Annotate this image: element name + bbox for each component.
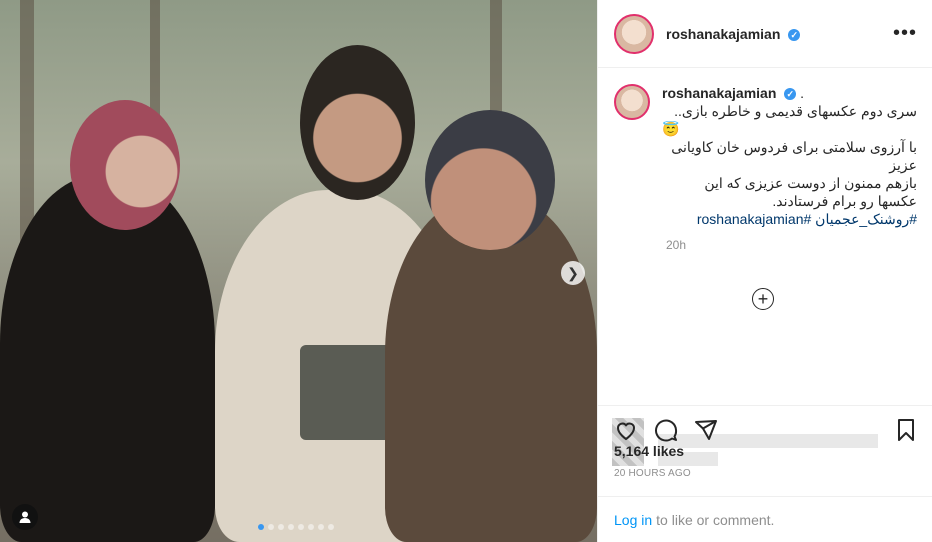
carousel-dot: [278, 524, 284, 530]
caption-line: با آرزوی سلامتی برای فردوس خان کاویانی ع…: [671, 139, 917, 173]
caption-emoji: 😇: [662, 121, 680, 137]
user-tag-button[interactable]: [12, 504, 38, 530]
verified-badge-icon: ✓: [788, 28, 801, 41]
load-more-comments-button[interactable]: +: [752, 288, 774, 310]
login-link[interactable]: Log in: [614, 512, 652, 528]
username-link[interactable]: roshanakajamian ✓: [666, 25, 801, 42]
caption-timestamp: 20h: [666, 238, 687, 252]
caption-avatar[interactable]: [614, 84, 650, 120]
post-media[interactable]: ❯: [0, 0, 597, 542]
caption-username[interactable]: roshanakajamian ✓: [662, 85, 800, 101]
login-prompt: Log in to like or comment.: [598, 496, 932, 542]
caption-line: بازهم ممنون از دوست عزیزی که این عکسها ر…: [704, 175, 917, 209]
share-icon[interactable]: [694, 418, 718, 442]
caption-text: roshanakajamian ✓ . سری دوم عکسهای قدیمی…: [662, 84, 917, 228]
caption-dot: .: [800, 85, 805, 101]
post-side-panel: roshanakajamian ✓ ••• roshanakajamian ✓ …: [597, 0, 932, 542]
carousel-dot: [308, 524, 314, 530]
carousel-dot: [258, 524, 264, 530]
post-timestamp[interactable]: 20 HOURS AGO: [614, 468, 691, 479]
more-options-icon[interactable]: •••: [893, 22, 917, 45]
caption-area: roshanakajamian ✓ . سری دوم عکسهای قدیمی…: [598, 84, 932, 466]
woman-head: [70, 100, 180, 230]
caption-username-text: roshanakajamian: [662, 85, 777, 101]
carousel-dot: [328, 524, 334, 530]
woman-figure: [0, 175, 215, 542]
man-right-head: [425, 110, 555, 250]
comment-icon[interactable]: [654, 418, 678, 442]
plus-circle-icon: +: [757, 288, 769, 309]
caption-line: سری دوم عکسهای قدیمی و خاطره بازی..: [674, 103, 917, 119]
login-prompt-text: to like or comment.: [656, 511, 775, 528]
carousel-dot: [298, 524, 304, 530]
carousel-dot: [288, 524, 294, 530]
heart-icon[interactable]: [614, 418, 638, 442]
bookmark-icon[interactable]: [894, 418, 918, 442]
next-slide-button[interactable]: ❯: [561, 261, 585, 285]
hashtag-links[interactable]: #روشنک_عجمیان #roshanakajamian: [662, 210, 917, 228]
user-tag-icon: [19, 511, 31, 523]
likes-count[interactable]: 5,164 likes: [614, 443, 684, 459]
carousel-dot: [268, 524, 274, 530]
chevron-right-icon: ❯: [567, 264, 579, 281]
man-center-head: [300, 45, 415, 200]
action-bar: [598, 405, 932, 446]
post-header: roshanakajamian ✓ •••: [598, 0, 932, 68]
avatar[interactable]: [614, 13, 654, 54]
username-text: roshanakajamian: [666, 25, 781, 42]
carousel-dot: [318, 524, 324, 530]
carousel-indicator: [258, 524, 334, 530]
verified-badge-icon: ✓: [784, 88, 797, 101]
